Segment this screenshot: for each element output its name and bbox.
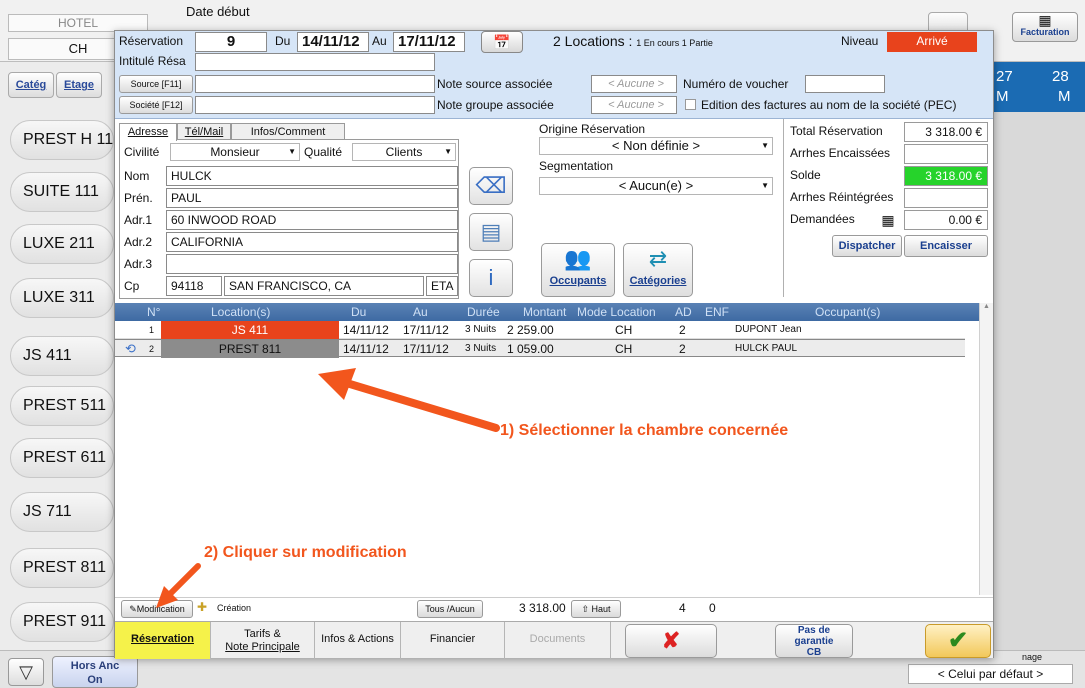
arrow-to-room [336, 377, 500, 432]
tab-adresse[interactable]: Adresse [119, 123, 177, 141]
arrow-to-modification [165, 563, 201, 599]
annotation-step2: 2) Cliquer sur modification [204, 544, 407, 561]
annotation-step1: 1) Sélectionner la chambre concernée [500, 422, 789, 439]
annotation-arrows [156, 368, 500, 608]
